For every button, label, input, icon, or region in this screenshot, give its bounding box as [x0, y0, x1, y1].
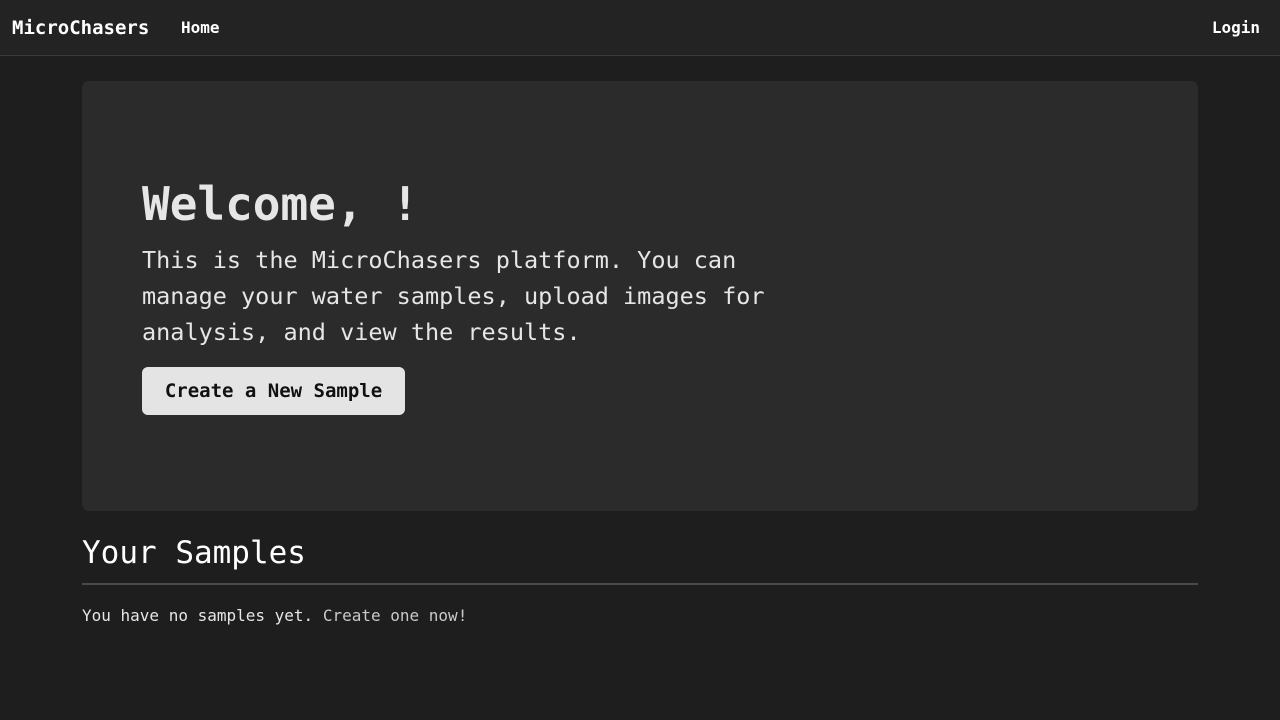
- nav-login-link[interactable]: Login: [1212, 18, 1260, 38]
- brand-link[interactable]: MicroChasers: [12, 16, 149, 40]
- nav-home-link[interactable]: Home: [181, 18, 220, 38]
- create-new-sample-button[interactable]: Create a New Sample: [142, 367, 405, 415]
- no-samples-message: You have no samples yet. Create one now!: [82, 606, 467, 626]
- your-samples-heading: Your Samples: [82, 535, 306, 571]
- welcome-title: Welcome, !: [142, 177, 419, 231]
- welcome-hero: Welcome, ! This is the MicroChasers plat…: [82, 81, 1198, 511]
- top-navbar: MicroChasers Home Login: [0, 0, 1280, 56]
- create-sample-link[interactable]: Create one now!: [323, 606, 468, 625]
- section-divider: [82, 583, 1198, 585]
- no-samples-text: You have no samples yet.: [82, 606, 314, 625]
- welcome-description: This is the MicroChasers platform. You c…: [142, 246, 765, 346]
